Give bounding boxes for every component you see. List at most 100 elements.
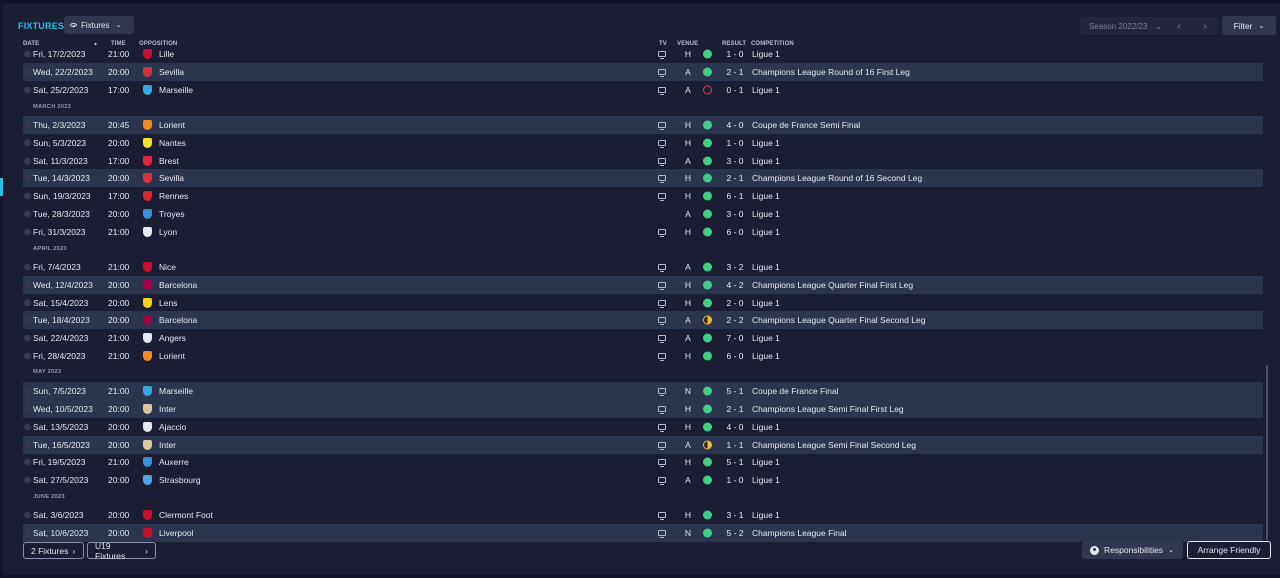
competition-name[interactable]: Ligue 1 [752, 191, 780, 201]
vertical-scrollbar[interactable] [1266, 365, 1268, 540]
competition-name[interactable]: Champions League Round of 16 Second Leg [752, 173, 922, 183]
previous-season-button[interactable]: ‹ [1166, 21, 1192, 32]
opposition-name[interactable]: Nice [159, 262, 176, 272]
competition-name[interactable]: Coupe de France Final [752, 386, 838, 396]
fixture-row[interactable]: Fri, 31/3/2023 21:00 Lyon H 6 - 0 Ligue 1 [23, 223, 1263, 241]
fixture-date[interactable]: Wed, 12/4/2023 [33, 280, 93, 290]
opposition-name[interactable]: Rennes [159, 191, 188, 201]
fixture-date[interactable]: Fri, 17/2/2023 [33, 49, 85, 59]
opposition-name[interactable]: Inter [159, 404, 176, 414]
opposition-name[interactable]: Brest [159, 156, 179, 166]
next-season-button[interactable]: › [1192, 21, 1218, 32]
result-score[interactable]: 5 - 2 [723, 528, 747, 538]
competition-name[interactable]: Ligue 1 [752, 475, 780, 485]
fixture-row[interactable]: Sat, 27/5/2023 20:00 Strasbourg A 1 - 0 Ligue… [23, 471, 1263, 489]
result-score[interactable]: 1 - 1 [723, 440, 747, 450]
fixture-date[interactable]: Sat, 11/3/2023 [33, 156, 88, 166]
competition-name[interactable]: Champions League Quarter Final First Leg [752, 280, 913, 290]
result-score[interactable]: 2 - 1 [723, 404, 747, 414]
fixture-date[interactable]: Tue, 18/4/2023 [33, 315, 90, 325]
competition-name[interactable]: Champions League Semi Final First Leg [752, 404, 904, 414]
opposition-name[interactable]: Angers [159, 333, 186, 343]
result-score[interactable]: 3 - 1 [723, 510, 747, 520]
fixture-row[interactable]: Wed, 10/5/2023 20:00 Inter H 2 - 1 Champions … [23, 400, 1263, 418]
result-score[interactable]: 3 - 0 [723, 156, 747, 166]
fixtures-count-button[interactable]: 2 Fixtures › [23, 542, 84, 559]
result-score[interactable]: 5 - 1 [723, 386, 747, 396]
result-score[interactable]: 4 - 0 [723, 422, 747, 432]
opposition-name[interactable]: Inter [159, 440, 176, 450]
fixture-row[interactable]: Wed, 22/2/2023 20:00 Sevilla A 2 - 1 Champion… [23, 63, 1263, 81]
fixture-date[interactable]: Sat, 10/6/2023 [33, 528, 88, 538]
opposition-name[interactable]: Lorient [159, 120, 185, 130]
fixture-date[interactable]: Fri, 31/3/2023 [33, 227, 85, 237]
opposition-name[interactable]: Ajaccio [159, 422, 186, 432]
competition-name[interactable]: Ligue 1 [752, 49, 780, 59]
fixture-row[interactable]: Thu, 2/3/2023 20:45 Lorient H 4 - 0 Coupe de … [23, 116, 1263, 134]
result-score[interactable]: 4 - 0 [723, 120, 747, 130]
opposition-name[interactable]: Clermont Foot [159, 510, 213, 520]
fixture-row[interactable]: Sat, 13/5/2023 20:00 Ajaccio H 4 - 0 Ligue 1 [23, 418, 1263, 436]
season-selector[interactable]: Season 2022/23 ⌄ ‹ › [1080, 17, 1218, 35]
result-score[interactable]: 6 - 0 [723, 351, 747, 361]
competition-name[interactable]: Ligue 1 [752, 351, 780, 361]
result-score[interactable]: 2 - 0 [723, 298, 747, 308]
result-score[interactable]: 6 - 1 [723, 191, 747, 201]
competition-name[interactable]: Coupe de France Semi Final [752, 120, 860, 130]
fixture-row[interactable]: Tue, 28/3/2023 20:00 Troyes A 3 - 0 Ligue 1 [23, 205, 1263, 223]
result-score[interactable]: 2 - 2 [723, 315, 747, 325]
result-score[interactable]: 1 - 0 [723, 138, 747, 148]
opposition-name[interactable]: Marseille [159, 386, 193, 396]
fixture-date[interactable]: Sun, 5/3/2023 [33, 138, 86, 148]
fixture-row[interactable]: Sat, 25/2/2023 17:00 Marseille A 0 - 1 Ligue … [23, 81, 1263, 99]
fixture-date[interactable]: Fri, 28/4/2023 [33, 351, 85, 361]
opposition-name[interactable]: Marseille [159, 85, 193, 95]
competition-name[interactable]: Ligue 1 [752, 85, 780, 95]
opposition-name[interactable]: Strasbourg [159, 475, 201, 485]
result-score[interactable]: 7 - 0 [723, 333, 747, 343]
competition-name[interactable]: Champions League Round of 16 First Leg [752, 67, 910, 77]
competition-name[interactable]: Ligue 1 [752, 156, 780, 166]
result-score[interactable]: 0 - 1 [723, 85, 747, 95]
opposition-name[interactable]: Troyes [159, 209, 185, 219]
fixture-row[interactable]: Tue, 18/4/2023 20:00 Barcelona A 2 - 2 Champi… [23, 311, 1263, 329]
fixture-date[interactable]: Sat, 27/5/2023 [33, 475, 88, 485]
competition-name[interactable]: Champions League Final [752, 528, 847, 538]
result-score[interactable]: 1 - 0 [723, 475, 747, 485]
view-dropdown-button[interactable]: Fixtures ⌄ [64, 16, 134, 34]
opposition-name[interactable]: Barcelona [159, 315, 197, 325]
fixture-date[interactable]: Tue, 16/5/2023 [33, 440, 90, 450]
result-score[interactable]: 1 - 0 [723, 49, 747, 59]
fixture-date[interactable]: Sat, 15/4/2023 [33, 298, 88, 308]
u19-fixtures-button[interactable]: U19 Fixtures › [87, 541, 156, 561]
fixture-row[interactable]: Sat, 22/4/2023 21:00 Angers A 7 - 0 Ligue 1 [23, 329, 1263, 347]
opposition-name[interactable]: Auxerre [159, 457, 189, 467]
fixture-date[interactable]: Sat, 13/5/2023 [33, 422, 88, 432]
fixture-row[interactable]: Fri, 7/4/2023 21:00 Nice A 3 - 2 Ligue 1 [23, 258, 1263, 276]
competition-name[interactable]: Ligue 1 [752, 262, 780, 272]
fixture-date[interactable]: Tue, 14/3/2023 [33, 173, 90, 183]
fixture-row[interactable]: Fri, 28/4/2023 21:00 Lorient H 6 - 0 Ligue 1 [23, 347, 1263, 365]
fixture-date[interactable]: Sun, 7/5/2023 [33, 386, 86, 396]
responsibilities-button[interactable]: Responsibilities ⌄ [1082, 541, 1183, 559]
competition-name[interactable]: Ligue 1 [752, 227, 780, 237]
filter-button[interactable]: Filter ⌄ [1222, 16, 1276, 35]
competition-name[interactable]: Ligue 1 [752, 138, 780, 148]
fixture-date[interactable]: Wed, 22/2/2023 [33, 67, 93, 77]
arrange-friendly-button[interactable]: Arrange Friendly [1187, 541, 1271, 559]
competition-name[interactable]: Ligue 1 [752, 422, 780, 432]
fixture-row[interactable]: Tue, 16/5/2023 20:00 Inter A 1 - 1 Champions … [23, 436, 1263, 454]
result-score[interactable]: 2 - 1 [723, 173, 747, 183]
opposition-name[interactable]: Lorient [159, 351, 185, 361]
competition-name[interactable]: Ligue 1 [752, 298, 780, 308]
fixture-date[interactable]: Sun, 19/3/2023 [33, 191, 91, 201]
result-score[interactable]: 5 - 1 [723, 457, 747, 467]
fixture-date[interactable]: Wed, 10/5/2023 [33, 404, 93, 414]
fixture-date[interactable]: Fri, 19/5/2023 [33, 457, 85, 467]
fixture-row[interactable]: Sat, 15/4/2023 20:00 Lens H 2 - 0 Ligue 1 [23, 294, 1263, 312]
fixture-row[interactable]: Sun, 19/3/2023 17:00 Rennes H 6 - 1 Ligue 1 [23, 187, 1263, 205]
opposition-name[interactable]: Nantes [159, 138, 186, 148]
result-score[interactable]: 3 - 0 [723, 209, 747, 219]
opposition-name[interactable]: Lens [159, 298, 177, 308]
fixture-row[interactable]: Sat, 3/6/2023 20:00 Clermont Foot H 3 - 1 Lig… [23, 506, 1263, 524]
